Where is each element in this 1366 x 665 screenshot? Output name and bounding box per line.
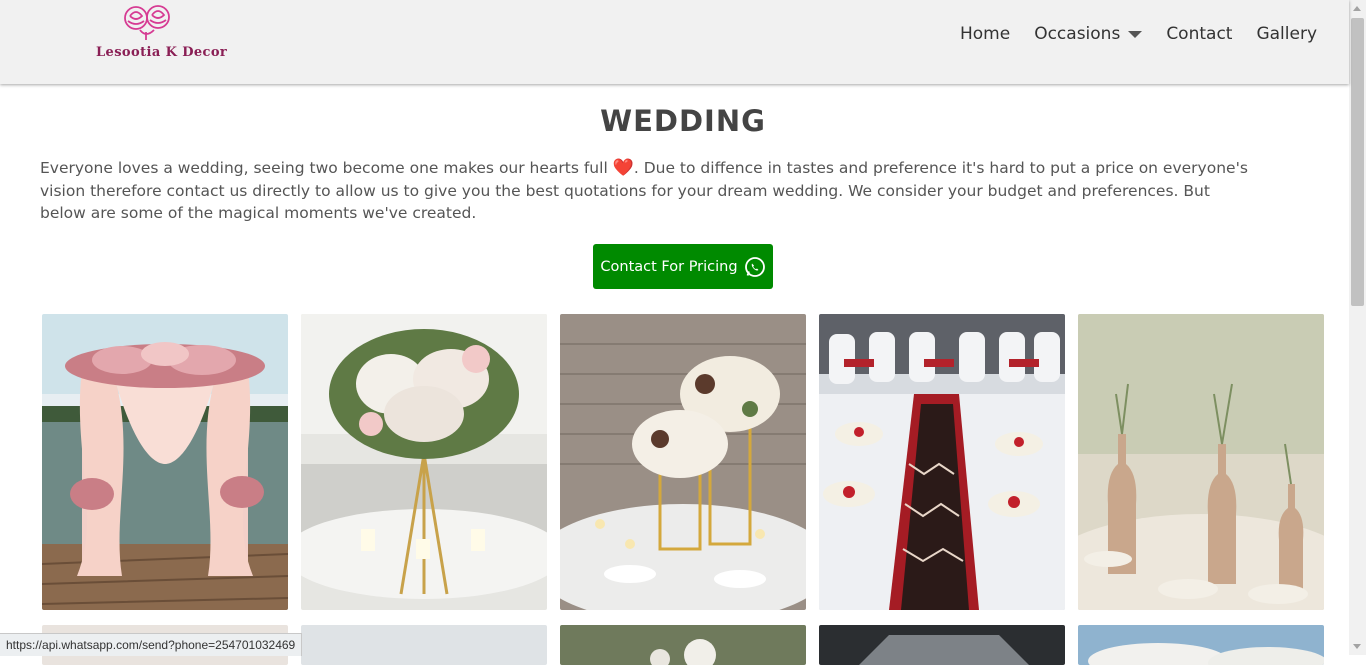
gallery-image-pink-floral-arch[interactable] bbox=[42, 314, 288, 610]
intro-paragraph: Everyone loves a wedding, seeing two bec… bbox=[40, 157, 1250, 225]
caret-down-icon bbox=[1128, 30, 1143, 38]
gallery-image-red-table-runner[interactable] bbox=[819, 314, 1065, 610]
gallery-image-tall-floral-centerpiece[interactable] bbox=[301, 314, 547, 610]
nav-contact-label: Contact bbox=[1166, 24, 1233, 44]
whatsapp-icon bbox=[744, 256, 765, 277]
gallery-image-gold-stand-centerpiece[interactable] bbox=[560, 314, 806, 610]
gallery-image-row2-5[interactable] bbox=[1078, 625, 1324, 665]
main-nav: Home Occasions Contact Gallery bbox=[948, 22, 1329, 46]
nav-gallery-label: Gallery bbox=[1256, 24, 1317, 44]
contact-for-pricing-button[interactable]: Contact For Pricing bbox=[593, 244, 773, 289]
gallery-image-row2-2[interactable] bbox=[301, 625, 547, 665]
scrollbar-thumb[interactable] bbox=[1351, 18, 1364, 306]
intro-text-1: Everyone loves a wedding, seeing two bec… bbox=[40, 159, 613, 177]
brand-logo[interactable]: Lesootia K Decor bbox=[92, 4, 227, 62]
nav-occasions-label: Occasions bbox=[1034, 24, 1121, 44]
nav-home[interactable]: Home bbox=[948, 22, 1022, 46]
status-bar-link-preview: https://api.whatsapp.com/send?phone=2547… bbox=[0, 633, 303, 656]
contact-for-pricing-label: Contact For Pricing bbox=[600, 258, 738, 275]
gallery-image-row2-3[interactable] bbox=[560, 625, 806, 665]
vertical-scrollbar[interactable] bbox=[1349, 0, 1366, 655]
nav-gallery[interactable]: Gallery bbox=[1244, 22, 1329, 46]
roses-logo-icon bbox=[124, 5, 170, 40]
brand-name: Lesootia K Decor bbox=[96, 45, 228, 60]
gallery-image-row2-4[interactable] bbox=[819, 625, 1065, 665]
scroll-down-arrow-icon[interactable] bbox=[1353, 644, 1361, 649]
heart-icon: ❤️ bbox=[612, 158, 634, 178]
gallery-image-bottle-vases[interactable] bbox=[1078, 314, 1324, 610]
scroll-up-arrow-icon[interactable] bbox=[1353, 6, 1361, 11]
nav-home-label: Home bbox=[960, 24, 1011, 44]
page-title: WEDDING bbox=[600, 104, 766, 138]
nav-contact[interactable]: Contact bbox=[1154, 22, 1244, 46]
nav-occasions[interactable]: Occasions bbox=[1022, 22, 1154, 46]
navbar: Lesootia K Decor Home Occasions Contact … bbox=[0, 0, 1349, 84]
